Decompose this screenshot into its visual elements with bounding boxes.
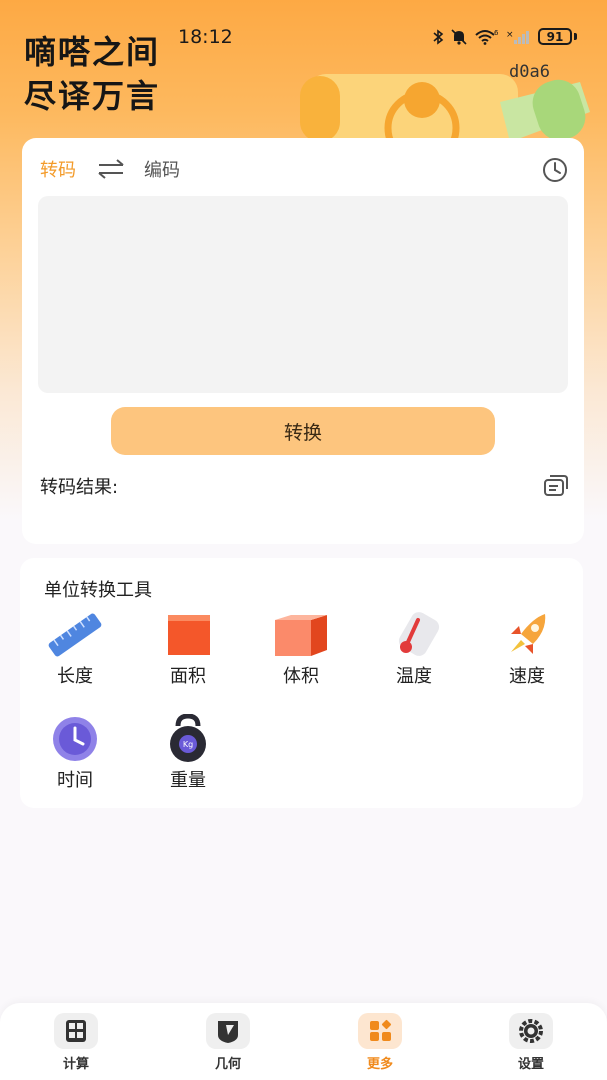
geometry-icon bbox=[206, 1013, 250, 1049]
unit-tools-card: 单位转换工具 长度 面积 体积 温度 速度 时间 Kg 重量 bbox=[20, 558, 583, 808]
tool-volume-label: 体积 bbox=[283, 666, 319, 687]
tool-time[interactable]: 时间 bbox=[20, 714, 130, 794]
nav-geometry[interactable]: 几何 bbox=[183, 1013, 273, 1072]
tool-speed[interactable]: 速度 bbox=[472, 610, 582, 690]
tool-area[interactable]: 面积 bbox=[133, 610, 243, 690]
calculator-icon bbox=[54, 1013, 98, 1049]
gear-icon bbox=[509, 1013, 553, 1049]
copy-icon[interactable] bbox=[542, 472, 570, 498]
tool-weight[interactable]: Kg 重量 bbox=[133, 714, 243, 794]
nav-settings[interactable]: 设置 bbox=[486, 1013, 576, 1072]
battery-cap bbox=[574, 33, 577, 40]
nav-more-label: 更多 bbox=[366, 1057, 393, 1072]
unit-tools-title: 单位转换工具 bbox=[44, 580, 152, 601]
svg-text:×: × bbox=[506, 30, 514, 40]
tool-time-label: 时间 bbox=[57, 770, 93, 791]
tool-length[interactable]: 长度 bbox=[20, 610, 130, 690]
bluetooth-icon bbox=[433, 28, 444, 45]
converter-card: 转码 编码 转换 转码结果: bbox=[22, 138, 584, 544]
network-type-label: 6 bbox=[494, 29, 499, 37]
app-title-line2: 尽译万言 bbox=[24, 77, 161, 115]
tab-transcode[interactable]: 转码 bbox=[40, 156, 76, 182]
tool-weight-label: 重量 bbox=[170, 770, 206, 791]
swap-arrows-icon[interactable] bbox=[96, 158, 126, 180]
app-title: 嘀嗒之间 尽译万言 bbox=[24, 30, 160, 118]
tab-encode[interactable]: 编码 bbox=[144, 156, 180, 182]
code-input[interactable] bbox=[38, 196, 568, 393]
tool-temperature-label: 温度 bbox=[396, 666, 432, 687]
bottom-nav: 计算 几何 更多 设置 bbox=[0, 1003, 607, 1080]
tool-volume[interactable]: 体积 bbox=[246, 610, 356, 690]
nav-more[interactable]: 更多 bbox=[335, 1013, 425, 1072]
grid-more-icon bbox=[358, 1013, 402, 1049]
svg-text:Kg: Kg bbox=[183, 740, 193, 749]
status-icons: 6 × 91 bbox=[432, 28, 577, 45]
battery-indicator: 91 bbox=[538, 28, 572, 45]
tool-temperature[interactable]: 温度 bbox=[359, 610, 469, 690]
convert-button[interactable]: 转换 bbox=[111, 407, 495, 455]
square-icon bbox=[168, 615, 210, 655]
clock-icon bbox=[53, 717, 97, 761]
mute-bell-icon bbox=[451, 28, 467, 45]
mode-tabs: 转码 编码 bbox=[40, 156, 180, 182]
status-time: 18:12 bbox=[178, 26, 233, 48]
nav-geometry-label: 几何 bbox=[214, 1057, 241, 1072]
tool-length-label: 长度 bbox=[57, 666, 93, 687]
nav-calculate-label: 计算 bbox=[62, 1057, 89, 1072]
tool-speed-label: 速度 bbox=[509, 666, 545, 687]
tool-area-label: 面积 bbox=[170, 666, 206, 687]
nav-calculate[interactable]: 计算 bbox=[31, 1013, 121, 1072]
wifi-icon: 6 bbox=[475, 29, 499, 45]
cube-icon bbox=[275, 615, 327, 656]
nav-settings-label: 设置 bbox=[517, 1057, 544, 1072]
scroll-illustration bbox=[300, 74, 590, 142]
result-label: 转码结果: bbox=[40, 477, 119, 498]
signal-icon: × bbox=[506, 30, 529, 44]
history-clock-icon[interactable] bbox=[542, 157, 568, 183]
app-title-line1: 嘀嗒之间 bbox=[24, 33, 161, 71]
thermometer-icon bbox=[398, 612, 440, 656]
ruler-icon bbox=[48, 613, 102, 657]
rocket-icon bbox=[511, 614, 546, 654]
kettlebell-icon: Kg bbox=[170, 714, 206, 762]
